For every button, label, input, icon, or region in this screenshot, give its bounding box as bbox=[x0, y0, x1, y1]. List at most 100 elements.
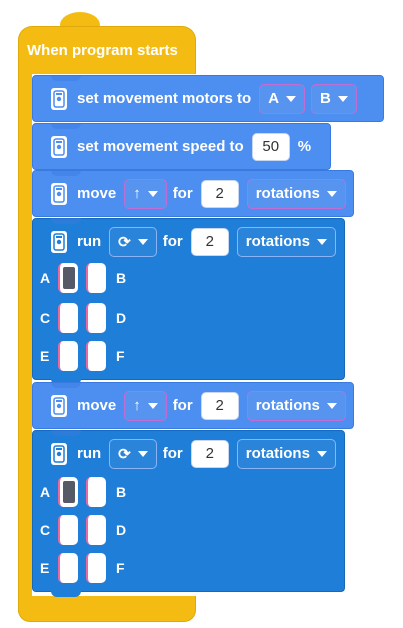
port-c-toggle[interactable] bbox=[58, 303, 78, 333]
move-block-2[interactable]: move ↑ for 2 rotations bbox=[32, 382, 354, 429]
port-letter: C bbox=[40, 310, 51, 326]
direction-dropdown[interactable]: ↑ bbox=[124, 178, 167, 209]
for-label: for bbox=[162, 233, 183, 250]
unit-value: rotations bbox=[245, 233, 310, 250]
block-connector bbox=[51, 123, 81, 129]
rotations-input[interactable]: 2 bbox=[200, 391, 239, 420]
port-row-ef: E F bbox=[40, 341, 125, 371]
port-letter: E bbox=[40, 348, 50, 364]
port-f-toggle[interactable] bbox=[86, 341, 106, 371]
chevron-down-icon bbox=[137, 238, 148, 245]
chevron-down-icon bbox=[316, 450, 327, 457]
block-connector bbox=[51, 382, 81, 388]
move-label: move bbox=[77, 397, 117, 414]
unit-dropdown[interactable]: rotations bbox=[246, 178, 346, 209]
rotations-input[interactable]: 2 bbox=[200, 179, 239, 208]
port-letter: B bbox=[116, 484, 127, 500]
run-block-2[interactable]: run ⟳ for 2 rotations bbox=[32, 430, 345, 477]
port-row-ab: A B bbox=[40, 263, 126, 293]
block-connector bbox=[51, 430, 81, 436]
port-letter: C bbox=[40, 522, 51, 538]
speed-input[interactable]: 50 bbox=[251, 132, 290, 161]
chevron-down-icon bbox=[147, 402, 158, 409]
unit-value: rotations bbox=[255, 397, 320, 414]
block-connector bbox=[51, 590, 81, 597]
block-connector bbox=[51, 75, 81, 81]
port-row-cd: C D bbox=[40, 303, 126, 333]
block-connector bbox=[51, 218, 81, 224]
for-label: for bbox=[172, 185, 193, 202]
port-d-toggle[interactable] bbox=[86, 303, 106, 333]
speed-unit: % bbox=[297, 138, 312, 155]
port-e-toggle[interactable] bbox=[58, 341, 78, 371]
direction-dropdown[interactable]: ↑ bbox=[124, 390, 167, 421]
run-mode-dropdown[interactable]: ⟳ bbox=[109, 226, 157, 257]
event-title: When program starts bbox=[27, 42, 178, 59]
rotations-input[interactable]: 2 bbox=[190, 227, 229, 256]
port-a-toggle[interactable] bbox=[58, 263, 78, 293]
hub-icon bbox=[51, 230, 67, 253]
clockwise-icon: ⟳ bbox=[118, 233, 131, 251]
unit-value: rotations bbox=[255, 185, 320, 202]
port-d-toggle[interactable] bbox=[86, 515, 106, 545]
chevron-down-icon bbox=[286, 95, 297, 102]
port-letter: E bbox=[40, 560, 50, 576]
event-hat-spine bbox=[18, 72, 32, 612]
motor-left-dropdown[interactable]: A bbox=[259, 83, 306, 114]
port-b-toggle[interactable] bbox=[86, 477, 106, 507]
for-label: for bbox=[162, 445, 183, 462]
hub-icon bbox=[51, 182, 67, 205]
port-row-ab: A B bbox=[40, 477, 126, 507]
arrow-up-icon: ↑ bbox=[133, 397, 141, 414]
motor-right-dropdown[interactable]: B bbox=[311, 83, 357, 114]
move-block-1[interactable]: move ↑ for 2 rotations bbox=[32, 170, 354, 217]
chevron-down-icon bbox=[147, 190, 158, 197]
set-movement-speed-block[interactable]: set movement speed to 50 % bbox=[32, 123, 331, 170]
port-active-indicator bbox=[63, 267, 75, 289]
chevron-down-icon bbox=[326, 402, 337, 409]
port-e-toggle[interactable] bbox=[58, 553, 78, 583]
port-row-ef: E F bbox=[40, 553, 125, 583]
hub-icon bbox=[51, 394, 67, 417]
port-row-cd: C D bbox=[40, 515, 126, 545]
port-letter: D bbox=[116, 310, 127, 326]
port-active-indicator bbox=[63, 481, 75, 503]
unit-dropdown[interactable]: rotations bbox=[246, 390, 346, 421]
hub-icon bbox=[51, 442, 67, 465]
port-a-toggle[interactable] bbox=[58, 477, 78, 507]
set-movement-motors-block[interactable]: set movement motors to A B bbox=[32, 75, 384, 122]
unit-dropdown[interactable]: rotations bbox=[236, 226, 336, 257]
port-letter: B bbox=[116, 270, 127, 286]
move-label: move bbox=[77, 185, 117, 202]
chevron-down-icon bbox=[326, 190, 337, 197]
port-letter: A bbox=[40, 270, 51, 286]
clockwise-icon: ⟳ bbox=[118, 445, 131, 463]
for-label: for bbox=[172, 397, 193, 414]
event-hat-footer bbox=[18, 596, 196, 622]
unit-dropdown[interactable]: rotations bbox=[236, 438, 336, 469]
set-motors-label: set movement motors to bbox=[77, 90, 252, 107]
port-letter: F bbox=[116, 348, 125, 364]
set-speed-label: set movement speed to bbox=[77, 138, 244, 155]
run-block-1[interactable]: run ⟳ for 2 rotations bbox=[32, 218, 345, 265]
run-mode-dropdown[interactable]: ⟳ bbox=[109, 438, 157, 469]
chevron-down-icon bbox=[316, 238, 327, 245]
chevron-down-icon bbox=[137, 450, 148, 457]
run-label: run bbox=[77, 233, 102, 250]
unit-value: rotations bbox=[245, 445, 310, 462]
port-letter: D bbox=[116, 522, 127, 538]
motor-right-value: B bbox=[320, 90, 331, 107]
port-letter: F bbox=[116, 560, 125, 576]
hub-icon bbox=[51, 87, 67, 110]
block-connector bbox=[51, 170, 81, 176]
port-f-toggle[interactable] bbox=[86, 553, 106, 583]
run-label: run bbox=[77, 445, 102, 462]
rotations-input[interactable]: 2 bbox=[190, 439, 229, 468]
port-c-toggle[interactable] bbox=[58, 515, 78, 545]
chevron-down-icon bbox=[337, 95, 348, 102]
port-b-toggle[interactable] bbox=[86, 263, 106, 293]
motor-left-value: A bbox=[268, 90, 280, 107]
port-letter: A bbox=[40, 484, 51, 500]
hub-icon bbox=[51, 135, 67, 158]
arrow-up-icon: ↑ bbox=[133, 185, 141, 202]
